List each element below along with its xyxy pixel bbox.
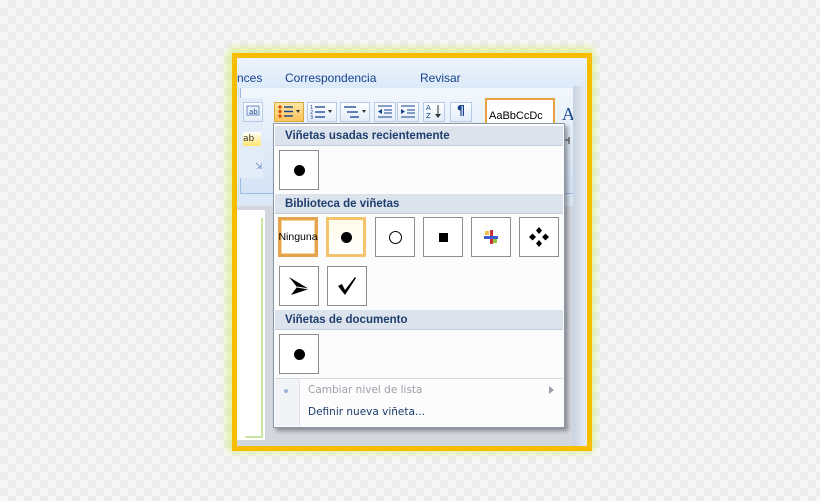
document-bullet-dot[interactable]: [279, 334, 319, 374]
increase-indent-icon: [401, 105, 415, 118]
svg-text:3: 3: [310, 115, 313, 119]
arrowhead-bullet-icon: [289, 277, 310, 295]
list-level-icon: [284, 389, 288, 393]
dialog-launcher-icon[interactable]: ⇲: [255, 162, 263, 172]
bullet-library-diamonds[interactable]: [519, 217, 559, 257]
bullet-library-cross[interactable]: [471, 217, 511, 257]
filled-circle-bullet-icon: [293, 164, 305, 176]
recent-bullets-heading: Viñetas usadas recientemente: [275, 126, 563, 146]
page-margin-marker: [245, 218, 263, 438]
bullet-library-checkmark[interactable]: [327, 266, 367, 306]
filled-square-bullet-icon: [438, 232, 448, 242]
colored-cross-bullet-icon: [484, 230, 498, 244]
change-list-level-item[interactable]: Cambiar nivel de lista: [308, 384, 423, 396]
bullet-library-dot[interactable]: [326, 217, 366, 257]
menu-icon-gutter: [275, 379, 300, 426]
filled-circle-bullet-icon: [340, 231, 352, 243]
increase-indent-button[interactable]: [397, 102, 419, 122]
decrease-indent-button[interactable]: [374, 102, 396, 122]
numbered-list-icon: 1 2 3: [310, 105, 332, 121]
highlight-color-button[interactable]: ab: [243, 132, 261, 146]
recent-bullet-dot[interactable]: [279, 150, 319, 190]
show-formatting-button[interactable]: ¶: [450, 102, 472, 122]
bullet-none-label: Ninguna: [278, 231, 318, 243]
bullet-library-ring[interactable]: [375, 217, 415, 257]
bullet-none-option[interactable]: Ninguna: [278, 217, 318, 257]
ribbon-tab-bar: nces Correspondencia Revisar: [237, 58, 587, 88]
change-case-button[interactable]: ab: [243, 102, 263, 122]
bullet-library-arrowhead[interactable]: [279, 266, 319, 306]
multilevel-list-icon: [344, 106, 366, 118]
change-case-icon: ab: [246, 105, 260, 116]
numbering-button[interactable]: 1 2 3: [307, 102, 337, 122]
sort-button[interactable]: AZ: [423, 102, 445, 122]
filled-circle-bullet-icon: [293, 348, 305, 360]
decrease-indent-icon: [378, 105, 392, 118]
tab-correspondencia[interactable]: Correspondencia: [285, 71, 376, 85]
menu-divider: [275, 378, 563, 379]
diamond-cluster-bullet-icon: [529, 227, 549, 247]
submenu-arrow-icon: [549, 386, 554, 394]
document-bullets-heading: Viñetas de documento: [275, 310, 563, 330]
bullet-list-icon: [278, 105, 300, 118]
tab-referencias[interactable]: nces: [237, 71, 262, 85]
define-new-bullet-item[interactable]: Definir nueva viñeta...: [308, 406, 425, 418]
tab-revisar[interactable]: Revisar: [420, 71, 461, 85]
bullet-library-heading: Biblioteca de viñetas: [275, 194, 563, 214]
sort-az-icon: AZ: [426, 104, 441, 120]
svg-text:ab: ab: [249, 108, 258, 116]
window-edge: [573, 86, 587, 446]
svg-text:A: A: [426, 104, 431, 112]
checkmark-bullet-icon: [338, 277, 356, 295]
svg-text:Z: Z: [426, 112, 431, 119]
multilevel-list-button[interactable]: [340, 102, 370, 122]
bullets-dropdown-menu: Viñetas usadas recientemente Biblioteca …: [273, 123, 565, 428]
pilcrow-icon: ¶: [456, 104, 466, 119]
bullets-button[interactable]: [274, 102, 304, 122]
bullet-library-square[interactable]: [423, 217, 463, 257]
hollow-circle-bullet-icon: [388, 230, 402, 244]
